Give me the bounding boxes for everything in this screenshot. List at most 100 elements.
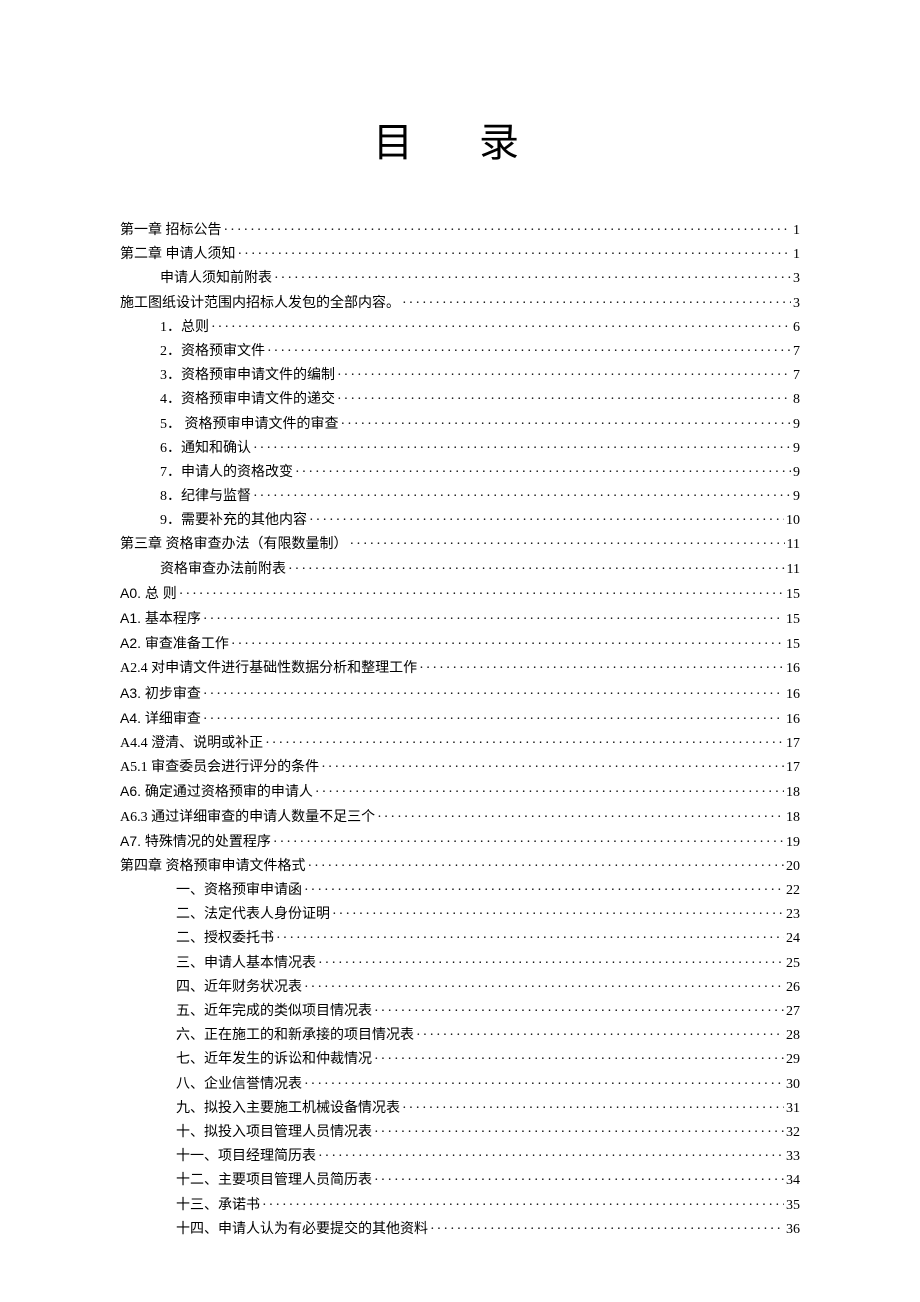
toc-entry-page: 9: [793, 462, 800, 484]
toc-entry: A4.4 澄清、说明或补正 17: [120, 733, 800, 755]
toc-leader-dots: [374, 1049, 784, 1071]
toc-entry-page: 16: [786, 709, 800, 731]
toc-leader-dots: [203, 709, 784, 731]
toc-leader-dots: [276, 928, 784, 950]
toc-entry-page: 27: [786, 1001, 800, 1023]
toc-entry: 十、拟投入项目管理人员情况表32: [120, 1122, 800, 1144]
toc-entry: 资格审查办法前附表 11: [120, 559, 800, 581]
toc-entry-label: 十四、申请人认为有必要提交的其他资料: [176, 1219, 428, 1241]
toc-entry-page: 17: [786, 733, 800, 755]
toc-entry: A7. 特殊情况的处置程序19: [120, 831, 800, 854]
toc-leader-dots: [309, 510, 784, 532]
toc-entry: 二、法定代表人身份证明 23: [120, 904, 800, 926]
toc-entry: 十一、项目经理简历表33: [120, 1146, 800, 1168]
toc-entry-page: 8: [793, 389, 800, 411]
toc-entry-page: 28: [786, 1025, 800, 1047]
toc-entry: 施工图纸设计范围内招标人发包的全部内容。3: [120, 293, 800, 315]
toc-entry-label: A4. 详细审查: [120, 708, 201, 730]
toc-entry-label: 第二章 申请人须知: [120, 244, 236, 266]
toc-entry-label: 3．资格预审申请文件的编制: [160, 365, 335, 387]
toc-entry-label: 一、资格预审申请函: [176, 880, 302, 902]
toc-leader-dots: [337, 389, 791, 411]
toc-entry-label: 申请人须知前附表: [160, 268, 272, 290]
toc-entry-page: 34: [786, 1170, 800, 1192]
toc-entry: 十二、主要项目管理人员简历表 34: [120, 1170, 800, 1192]
toc-entry-label: 4．资格预审申请文件的递交: [160, 389, 335, 411]
toc-entry: 3．资格预审申请文件的编制7: [120, 365, 800, 387]
toc-leader-dots: [402, 293, 791, 315]
toc-entry-label: 二、授权委托书: [176, 928, 274, 950]
toc-entry-page: 3: [793, 293, 800, 315]
toc-entry-page: 22: [786, 880, 800, 902]
toc-entry: 六、正在施工的和新承接的项目情况表 28: [120, 1025, 800, 1047]
toc-entry-page: 20: [786, 856, 800, 878]
toc-entry-page: 16: [786, 684, 800, 706]
toc-entry: 一、资格预审申请函 22: [120, 880, 800, 902]
toc-entry-page: 1: [793, 244, 800, 266]
toc-leader-dots: [203, 609, 784, 631]
toc-entry: 七、近年发生的诉讼和仲裁情况29: [120, 1049, 800, 1071]
toc-entry-label: 五、近年完成的类似项目情况表: [176, 1001, 372, 1023]
toc-entry-label: 2．资格预审文件: [160, 341, 265, 363]
toc-entry-page: 11: [787, 534, 800, 556]
toc-leader-dots: [304, 977, 784, 999]
toc-leader-dots: [377, 807, 784, 829]
toc-entry-page: 23: [786, 904, 800, 926]
toc-entry-page: 26: [786, 977, 800, 999]
toc-entry: 第三章 资格审查办法（有限数量制） 11: [120, 534, 800, 556]
toc-entry-label: A4.4 澄清、说明或补正: [120, 733, 263, 755]
toc-entry-page: 32: [786, 1122, 800, 1144]
toc-entry: 9．需要补充的其他内容10: [120, 510, 800, 532]
toc-leader-dots: [238, 244, 792, 266]
toc-entry: A4. 详细审查 16: [120, 708, 800, 731]
toc-entry-label: 5． 资格预审申请文件的审查: [160, 414, 339, 436]
toc-leader-dots: [253, 438, 791, 460]
toc-entry-page: 35: [786, 1195, 800, 1217]
toc-entry: 八、企业信誉情况表30: [120, 1074, 800, 1096]
toc-entry-page: 18: [786, 782, 800, 804]
toc-entry: A2.4 对申请文件进行基础性数据分析和整理工作16: [120, 658, 800, 680]
toc-entry-page: 6: [793, 317, 800, 339]
toc-entry-page: 15: [786, 634, 800, 656]
toc-entry: 第二章 申请人须知 1: [120, 244, 800, 266]
toc-entry-label: 十二、主要项目管理人员简历表: [176, 1170, 372, 1192]
toc-entry-label: A5.1 审查委员会进行评分的条件: [120, 757, 319, 779]
toc-leader-dots: [374, 1001, 784, 1023]
toc-entry-label: A3. 初步审查: [120, 683, 201, 705]
toc-entry: A1. 基本程序15: [120, 608, 800, 631]
toc-entry: 三、申请人基本情况表25: [120, 953, 800, 975]
toc-leader-dots: [295, 462, 791, 484]
toc-entry-label: 十一、项目经理简历表: [176, 1146, 316, 1168]
toc-leader-dots: [416, 1025, 784, 1047]
toc-leader-dots: [350, 534, 785, 556]
toc-entry: 第四章 资格预审申请文件格式20: [120, 856, 800, 878]
page-title: 目 录: [120, 110, 800, 168]
toc-entry-label: A2.4 对申请文件进行基础性数据分析和整理工作: [120, 658, 417, 680]
toc-entry-label: A6.3 通过详细审查的申请人数量不足三个: [120, 807, 375, 829]
toc-entry: 6．通知和确认9: [120, 438, 800, 460]
toc-entry-label: 十三、承诺书: [176, 1195, 260, 1217]
toc-entry: 二、授权委托书24: [120, 928, 800, 950]
toc-entry-label: 二、法定代表人身份证明: [176, 904, 330, 926]
toc-entry-page: 19: [786, 832, 800, 854]
toc-entry-label: 六、正在施工的和新承接的项目情况表: [176, 1025, 414, 1047]
toc-entry-page: 11: [787, 559, 800, 581]
toc-entry-label: 资格审查办法前附表: [160, 559, 286, 581]
toc-leader-dots: [318, 1146, 784, 1168]
toc-leader-dots: [337, 365, 791, 387]
toc-leader-dots: [231, 634, 784, 656]
toc-leader-dots: [253, 486, 791, 508]
toc-entry-page: 15: [786, 609, 800, 631]
toc-entry: 2．资格预审文件 7: [120, 341, 800, 363]
toc-leader-dots: [332, 904, 784, 926]
toc-leader-dots: [273, 832, 784, 854]
toc-leader-dots: [374, 1122, 784, 1144]
toc-leader-dots: [402, 1098, 784, 1120]
toc-entry: 四、近年财务状况表26: [120, 977, 800, 999]
toc-entry-page: 7: [793, 341, 800, 363]
toc-entry-label: 第三章 资格审查办法（有限数量制）: [120, 534, 348, 556]
toc-entry-label: 八、企业信誉情况表: [176, 1074, 302, 1096]
toc-entry-label: 九、拟投入主要施工机械设备情况表: [176, 1098, 400, 1120]
toc-entry-page: 29: [786, 1049, 800, 1071]
toc-entry-page: 9: [793, 486, 800, 508]
